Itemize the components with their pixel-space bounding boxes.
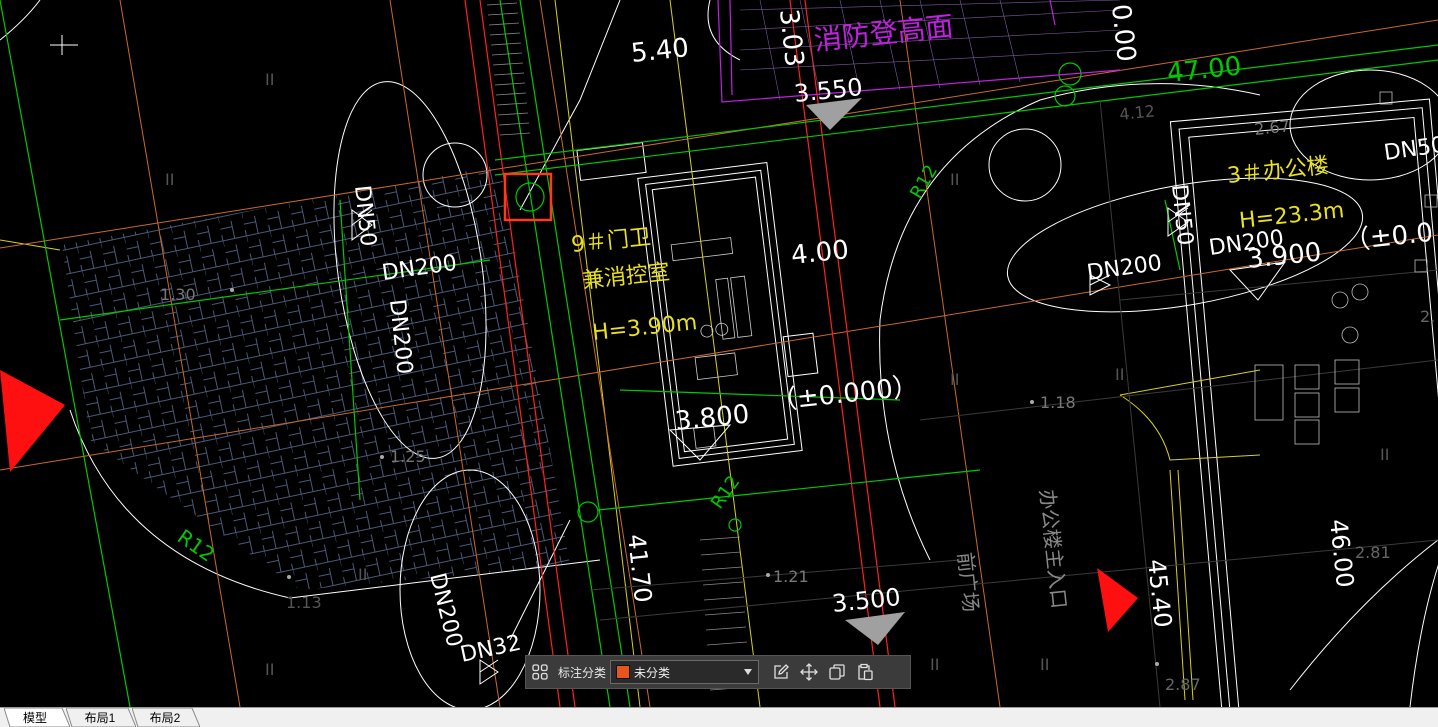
r12-label-mid: R12 [707,472,745,513]
building-3-height: H=23.3m [1238,198,1345,234]
r12-label-top: R12 [906,161,942,202]
zero-0-000: （±0.000） [770,372,921,417]
ii-mark: II [1380,445,1389,464]
dn50-far: DN50 [1382,133,1438,166]
dim-2-67: 2.67 [1253,116,1290,139]
dim-41-70: 41.70 [622,533,657,604]
annotation-toolbar: 标注分类 未分类 [525,655,911,689]
elev-3-500: 3.500 [831,583,902,618]
ii-mark: II [358,565,367,584]
elevation-marker-3500 [845,612,905,645]
tab-layout2[interactable]: 布局2 [132,708,200,727]
ii-mark: II [165,170,174,189]
fire-face-label: 消防登高面 [812,10,955,57]
guard-subtitle: 兼消控室 [581,260,671,294]
tab-layout1-label: 布局1 [84,711,116,725]
marker-triangle-right [1097,568,1138,632]
building-3-zero: （±0.0 [1343,218,1435,257]
elev-3-800: 3.800 [674,399,751,437]
dim-3-03: 3.03 [773,8,809,69]
move-icon[interactable] [795,658,823,686]
plaza-label: 前广场 [953,551,983,613]
spot-1-21: 1.21 [773,567,809,586]
dn200-right-a: DN200 [1085,251,1163,286]
dim-47-00: 47.00 [1166,51,1243,89]
ii-mark: II [265,660,274,679]
spot-1-25: 1.25 [390,447,426,466]
ii-mark: II [950,370,959,389]
ii-mark: II [1115,365,1124,384]
spot-1-13: 1.13 [286,593,322,612]
ii-mark: II [950,170,959,189]
ii-mark: II [265,70,274,89]
cad-drawing-canvas[interactable]: 5.40 3.03 0.00 消防登高面 3.550 47.00 2.67 4.… [0,0,1438,707]
ii-mark: II [930,655,939,674]
cad-drawing: 5.40 3.03 0.00 消防登高面 3.550 47.00 2.67 4.… [0,0,1438,707]
category-label: 标注分类 [558,665,607,680]
copy-icon[interactable] [823,658,851,686]
ii-mark: II [1040,655,1049,674]
r12-label-left: R12 [173,524,219,566]
tab-model[interactable]: 模型 [4,708,70,727]
edit-icon[interactable] [767,658,795,686]
paste-icon[interactable] [851,658,879,686]
dim-5-40: 5.40 [630,33,691,69]
dn200-bottom: DN200 [424,570,466,649]
dim-45-40: 45.40 [1142,558,1177,629]
dim-0-00: 0.00 [1105,3,1141,64]
tab-layout1[interactable]: 布局1 [66,708,136,727]
grid-icon[interactable] [526,658,554,686]
tab-layout2-label: 布局2 [149,711,181,725]
dim-4-12: 4.12 [1118,101,1155,124]
dn32-bottom: DN32 [458,631,523,668]
category-select[interactable]: 未分类 [610,660,760,684]
layout-tab-bar: 模型 布局1 布局2 [0,707,1438,727]
category-color-swatch [616,665,631,679]
dn50-right: DN50 [1166,183,1197,247]
spot-2-81: 2.81 [1355,543,1391,562]
marker-triangle-left [0,370,65,472]
spot-1-18: 1.18 [1040,393,1076,412]
crosshair-cursor [50,35,78,55]
guard-height: H=3.90m [591,310,698,346]
chevron-down-icon [744,669,753,675]
tab-model-label: 模型 [22,711,47,725]
spot-2: 2. [1420,307,1435,326]
spot-1-30: 1.30 [160,285,196,304]
paving-area [62,165,570,590]
dim-4-00: 4.00 [790,235,851,271]
dim-46-00: 46.00 [1324,518,1359,589]
main-entrance-label: 办公楼主入口 [1035,488,1071,610]
category-value: 未分类 [634,665,671,680]
spot-2-87: 2.87 [1165,675,1201,694]
